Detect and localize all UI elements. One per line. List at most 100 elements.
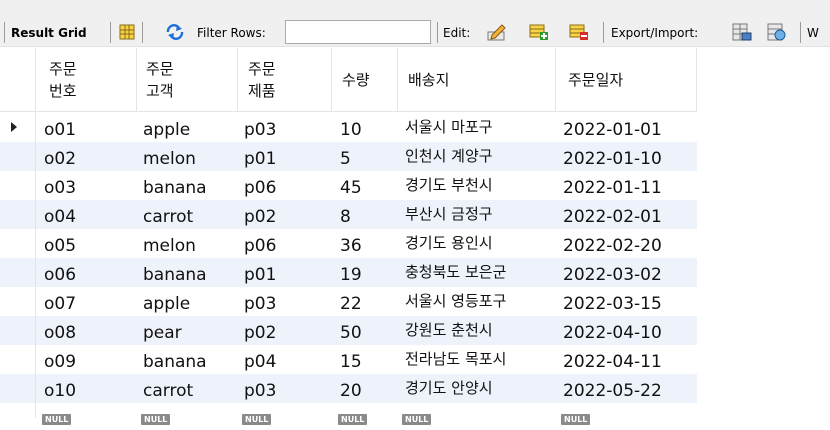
table-row[interactable]: o06 banana p01 19 충청북도 보은군 2022-03-02 xyxy=(0,258,697,287)
product-cell[interactable]: p06 xyxy=(244,171,276,200)
customer-cell[interactable]: carrot xyxy=(143,374,193,403)
edit-row-icon[interactable] xyxy=(487,23,507,41)
current-row-arrow-icon xyxy=(11,122,17,132)
import-icon[interactable] xyxy=(767,23,787,41)
refresh-icon[interactable] xyxy=(165,24,185,40)
export-icon[interactable] xyxy=(732,23,752,41)
quantity-cell[interactable]: 19 xyxy=(340,258,362,287)
order-date-cell[interactable]: 2022-02-01 xyxy=(563,200,662,229)
table-row[interactable]: o01 apple p03 10 서울시 마포구 2022-01-01 xyxy=(0,113,697,142)
customer-cell[interactable]: melon xyxy=(143,229,196,258)
order-date-cell[interactable]: 2022-03-15 xyxy=(563,287,662,316)
new-row[interactable]: NULL NULL NULL NULL NULL NULL * xyxy=(0,410,697,430)
order-date-cell[interactable]: 2022-05-22 xyxy=(563,374,662,403)
product-cell[interactable]: p01 xyxy=(244,258,276,287)
destination-cell[interactable]: 경기도 용인시 xyxy=(405,229,493,258)
destination-cell[interactable]: 서울시 영등포구 xyxy=(405,287,506,316)
table-row[interactable]: o05 melon p06 36 경기도 용인시 2022-02-20 xyxy=(0,229,697,258)
table-row[interactable]: o02 melon p01 5 인천시 계양구 2022-01-10 xyxy=(0,142,697,171)
filter-rows-input[interactable] xyxy=(285,20,431,44)
grid-icon[interactable] xyxy=(119,24,135,40)
order-id-cell[interactable]: o03 xyxy=(44,171,76,200)
row-selector[interactable] xyxy=(0,200,35,229)
table-row[interactable]: o04 carrot p02 8 부산시 금정구 2022-02-01 xyxy=(0,200,697,229)
quantity-cell[interactable]: 45 xyxy=(340,171,362,200)
row-selector[interactable] xyxy=(0,316,35,345)
order-id-cell[interactable]: o01 xyxy=(44,113,76,142)
row-selector[interactable] xyxy=(0,171,35,200)
order-id-cell[interactable]: o08 xyxy=(44,316,76,345)
customer-cell[interactable]: melon xyxy=(143,142,196,171)
product-cell[interactable]: p02 xyxy=(244,316,276,345)
destination-cell[interactable]: 서울시 마포구 xyxy=(405,113,493,142)
quantity-cell[interactable]: 36 xyxy=(340,229,362,258)
quantity-cell[interactable]: 15 xyxy=(340,345,362,374)
column-header-order-date[interactable]: 주문일자 xyxy=(568,48,623,112)
customer-cell[interactable]: carrot xyxy=(143,200,193,229)
quantity-cell[interactable]: 20 xyxy=(340,374,362,403)
row-selector[interactable] xyxy=(0,113,35,142)
order-id-cell[interactable]: o10 xyxy=(44,374,76,403)
destination-cell[interactable]: 부산시 금정구 xyxy=(405,200,493,229)
column-header-destination[interactable]: 배송지 xyxy=(408,48,449,112)
order-id-cell[interactable]: o02 xyxy=(44,142,76,171)
delete-row-icon[interactable] xyxy=(569,24,589,40)
destination-cell[interactable]: 강원도 춘천시 xyxy=(405,316,493,345)
row-selector[interactable] xyxy=(0,142,35,171)
order-date-cell[interactable]: 2022-04-11 xyxy=(563,345,662,374)
wrap-cell-label[interactable]: W xyxy=(807,23,819,43)
product-cell[interactable]: p01 xyxy=(244,142,276,171)
destination-cell[interactable]: 충청북도 보은군 xyxy=(405,258,506,287)
customer-cell[interactable]: apple xyxy=(143,113,190,142)
destination-cell[interactable]: 인천시 계양구 xyxy=(405,142,493,171)
product-cell[interactable]: p06 xyxy=(244,229,276,258)
row-selector[interactable] xyxy=(0,229,35,258)
order-date-cell[interactable]: 2022-03-02 xyxy=(563,258,662,287)
column-header-quantity[interactable]: 수량 xyxy=(342,48,370,112)
table-row[interactable]: o10 carrot p03 20 경기도 안양시 2022-05-22 xyxy=(0,374,697,403)
order-date-cell[interactable]: 2022-01-01 xyxy=(563,113,662,142)
customer-cell[interactable]: banana xyxy=(143,171,207,200)
table-row[interactable]: o08 pear p02 50 강원도 춘천시 2022-04-10 xyxy=(0,316,697,345)
product-cell[interactable]: p03 xyxy=(244,287,276,316)
quantity-cell[interactable]: 5 xyxy=(340,142,351,171)
row-selector[interactable] xyxy=(0,345,35,374)
order-id-cell[interactable]: o05 xyxy=(44,229,76,258)
table-row[interactable]: o07 apple p03 22 서울시 영등포구 2022-03-15 xyxy=(0,287,697,316)
row-selector[interactable] xyxy=(0,258,35,287)
row-selector[interactable] xyxy=(0,374,35,403)
customer-cell[interactable]: banana xyxy=(143,345,207,374)
product-cell[interactable]: p04 xyxy=(244,345,276,374)
quantity-cell[interactable]: 10 xyxy=(340,113,362,142)
destination-cell[interactable]: 전라남도 목포시 xyxy=(405,345,506,374)
quantity-cell[interactable]: 22 xyxy=(340,287,362,316)
customer-cell[interactable]: apple xyxy=(143,287,190,316)
product-cell[interactable]: p02 xyxy=(244,200,276,229)
order-id-cell[interactable]: o06 xyxy=(44,258,76,287)
customer-cell[interactable]: pear xyxy=(143,316,182,345)
product-cell[interactable]: p03 xyxy=(244,113,276,142)
column-header-customer[interactable]: 주문 고객 xyxy=(146,48,174,112)
toolbar-separator xyxy=(603,22,604,43)
column-header-product[interactable]: 주문 제품 xyxy=(248,48,276,112)
product-cell[interactable]: p03 xyxy=(244,374,276,403)
destination-cell[interactable]: 경기도 안양시 xyxy=(405,374,493,403)
customer-cell[interactable]: banana xyxy=(143,258,207,287)
destination-cell[interactable]: 경기도 부천시 xyxy=(405,171,493,200)
order-date-cell[interactable]: 2022-02-20 xyxy=(563,229,662,258)
order-id-cell[interactable]: o04 xyxy=(44,200,76,229)
order-date-cell[interactable]: 2022-04-10 xyxy=(563,316,662,345)
order-id-cell[interactable]: o07 xyxy=(44,287,76,316)
order-date-cell[interactable]: 2022-01-11 xyxy=(563,171,662,200)
table-row[interactable]: o03 banana p06 45 경기도 부천시 2022-01-11 xyxy=(0,171,697,200)
add-row-icon[interactable] xyxy=(529,24,549,40)
result-grid-tab[interactable]: Result Grid xyxy=(11,23,87,43)
quantity-cell[interactable]: 50 xyxy=(340,316,362,345)
table-row[interactable]: o09 banana p04 15 전라남도 목포시 2022-04-11 xyxy=(0,345,697,374)
column-header-order-id[interactable]: 주문 번호 xyxy=(49,48,77,112)
quantity-cell[interactable]: 8 xyxy=(340,200,351,229)
order-id-cell[interactable]: o09 xyxy=(44,345,76,374)
row-gutter-divider xyxy=(35,48,36,418)
order-date-cell[interactable]: 2022-01-10 xyxy=(563,142,662,171)
row-selector[interactable] xyxy=(0,287,35,316)
